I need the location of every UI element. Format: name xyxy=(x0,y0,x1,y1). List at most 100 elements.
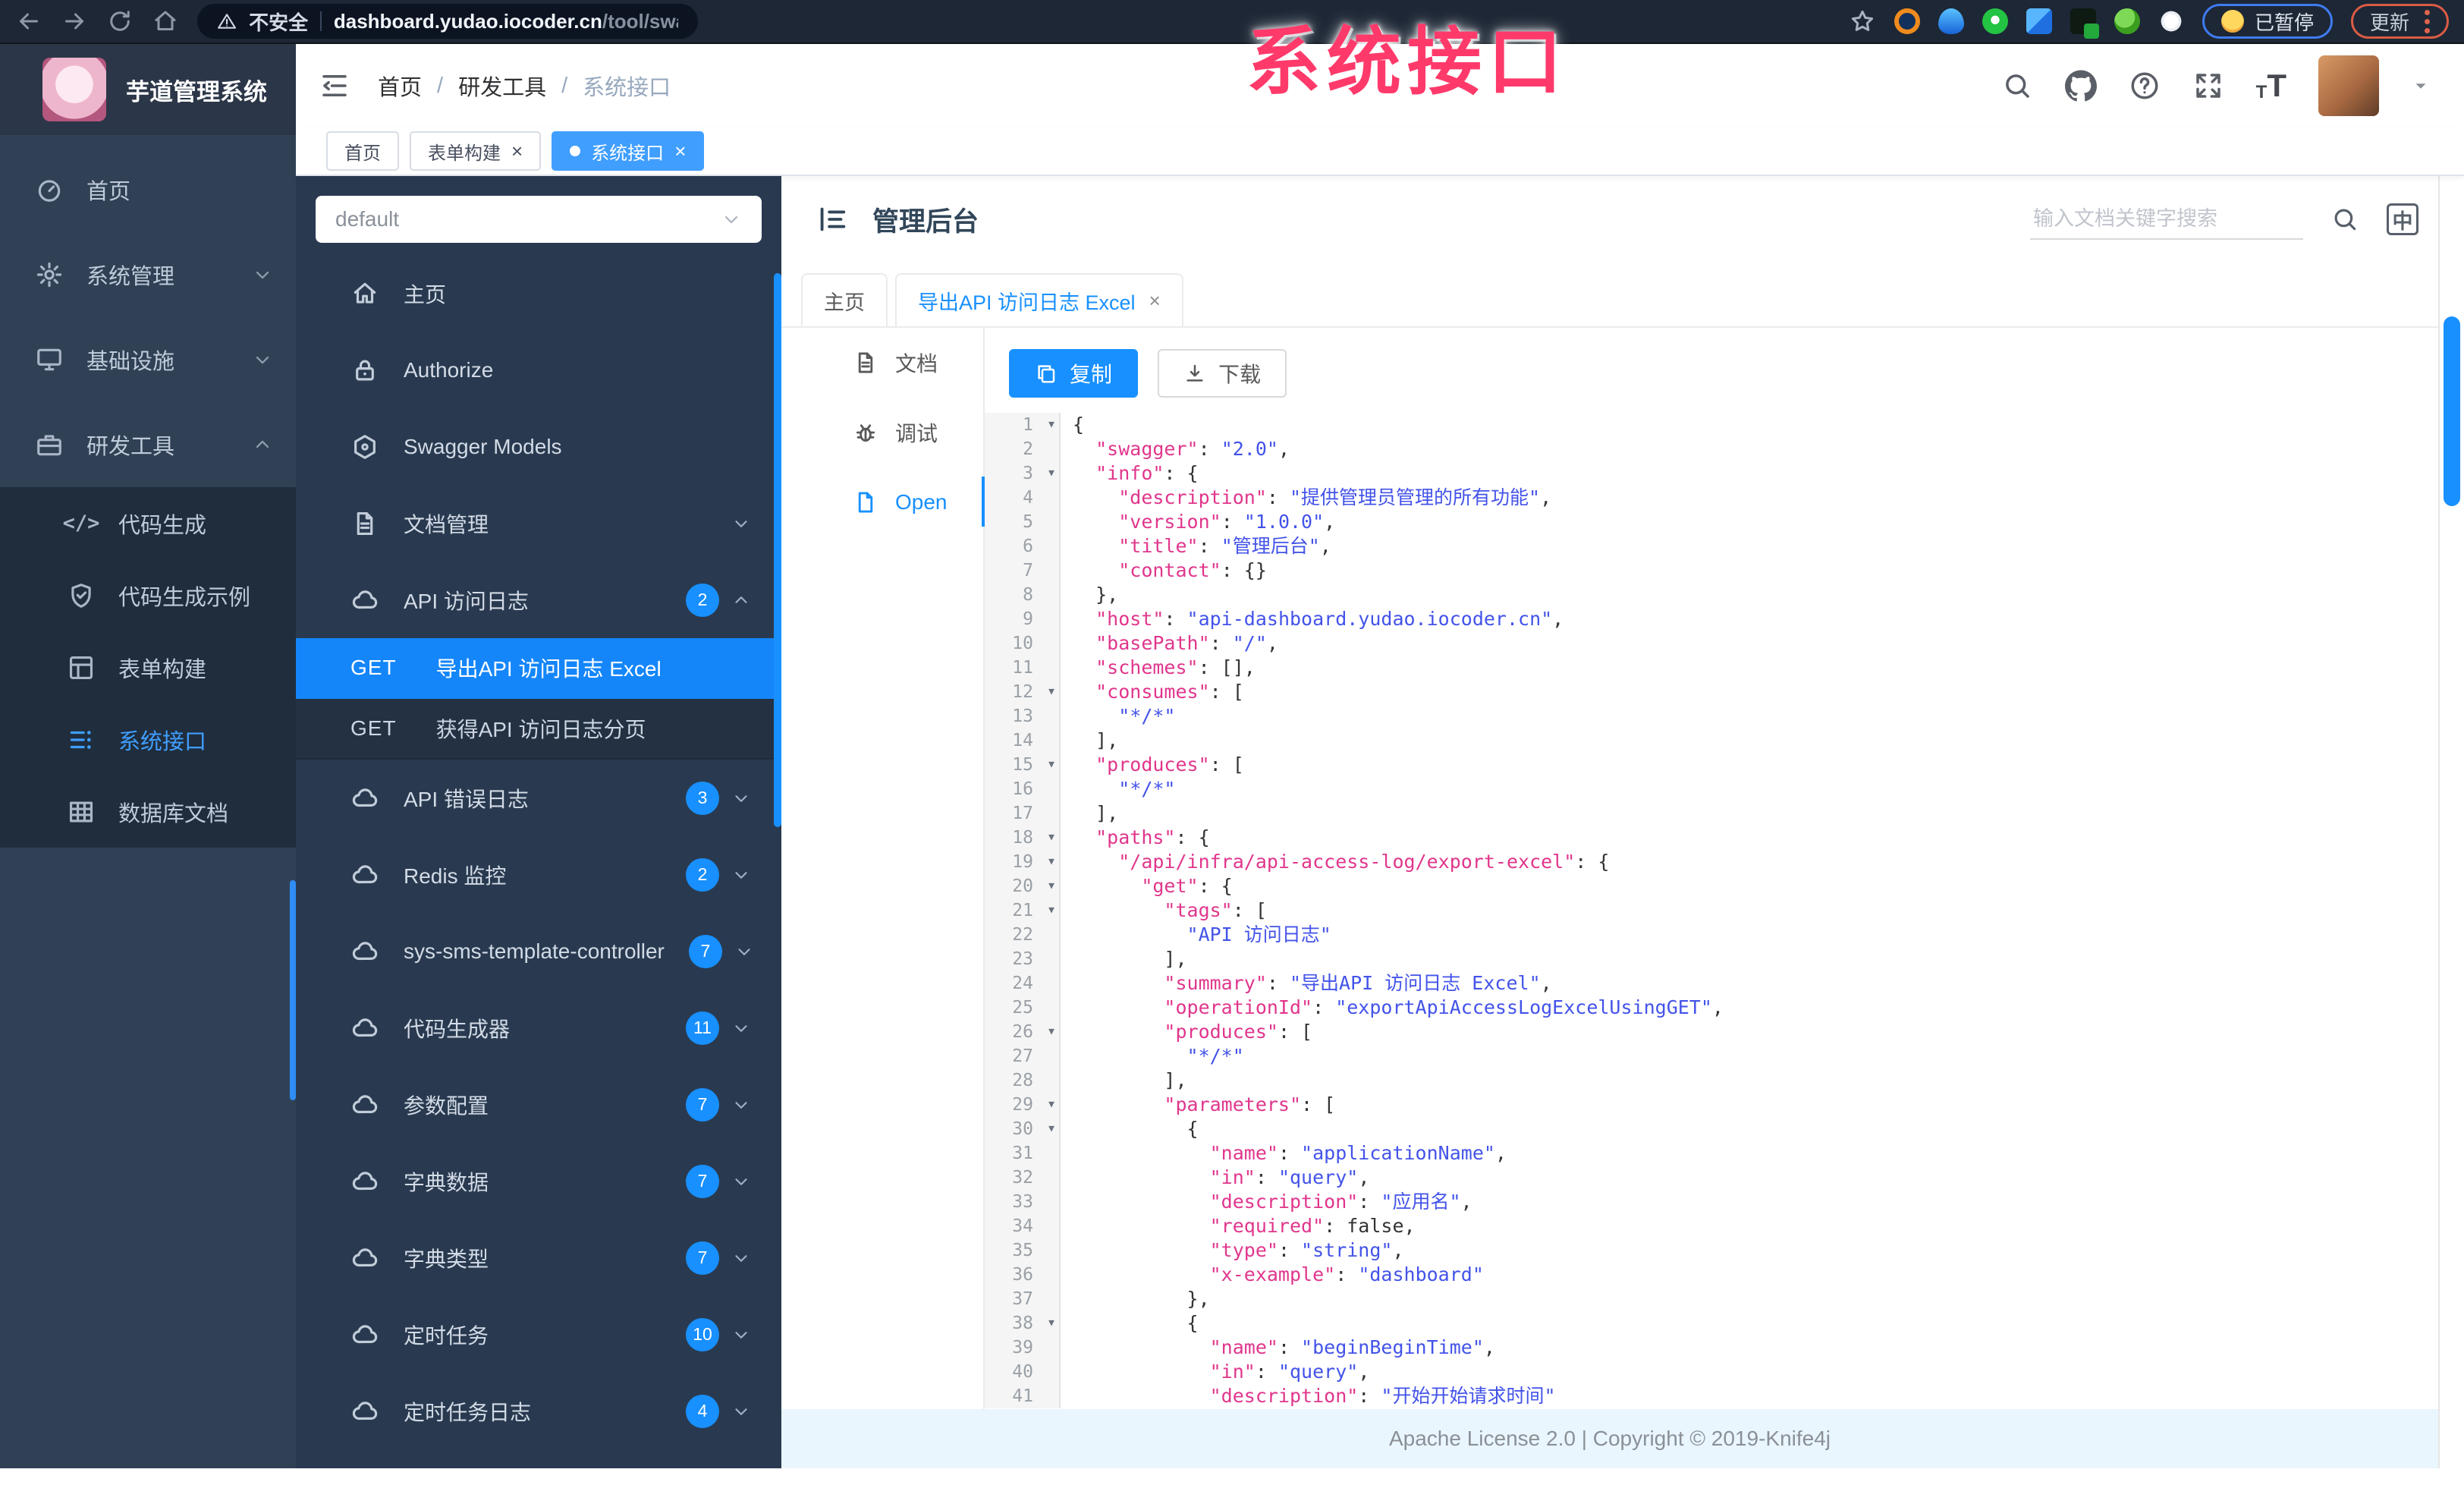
swagger-item-dict-type[interactable]: 字典类型 7 xyxy=(296,1219,781,1296)
overlay-annotation: 系统接口 xyxy=(1246,20,1568,103)
swagger-item-post[interactable]: 岗位 xyxy=(296,1449,781,1468)
fold-toggle-icon[interactable]: ▾ xyxy=(1047,848,1056,873)
swagger-item-label: API 错误日志 xyxy=(404,787,529,811)
swagger-item-home[interactable]: 主页 xyxy=(296,255,781,332)
api-group-select[interactable]: default xyxy=(316,196,762,243)
code-editor[interactable]: 1 ▾{2 "swagger": "2.0", 3 ▾ "info": {4 "des… xyxy=(985,413,2438,1409)
swagger-item-scheduled-task[interactable]: 定时任务 10 xyxy=(296,1296,781,1373)
github-icon[interactable] xyxy=(2064,70,2097,102)
sidebar-item-dev-tools[interactable]: 研发工具 xyxy=(0,402,296,487)
download-button[interactable]: 下载 xyxy=(1158,349,1287,398)
swagger-item-api-access-log[interactable]: API 访问日志 2 xyxy=(296,562,781,638)
doc-search-input[interactable] xyxy=(2030,199,2303,240)
swagger-item-sys-sms-template-controller[interactable]: sys-sms-template-controller 7 xyxy=(296,913,781,989)
close-icon[interactable]: × xyxy=(511,141,523,161)
endpoint-get-api-access-log-page[interactable]: GET 获得API 访问日志分页 xyxy=(296,699,781,760)
sidebar-item-system-manage[interactable]: 系统管理 xyxy=(0,232,296,317)
sidebar-scrollbar[interactable] xyxy=(290,880,296,1100)
fold-toggle-icon[interactable]: ▾ xyxy=(1047,678,1056,703)
fold-toggle-icon[interactable]: ▾ xyxy=(1047,1310,1056,1334)
swagger-item-meta: 7 xyxy=(686,1087,751,1122)
code-line: 1 ▾ { xyxy=(985,413,2438,437)
fold-toggle-icon[interactable]: ▾ xyxy=(1047,897,1056,921)
fold-toggle-icon[interactable]: ▾ xyxy=(1047,413,1056,436)
font-size-icon[interactable]: TT xyxy=(2256,70,2286,102)
swagger-item-doc-manage[interactable]: 文档管理 xyxy=(296,485,781,562)
code-text: "version": "1.0.0", xyxy=(1118,511,1336,533)
sidebar-item-code-generation[interactable]: </> 代码生成 xyxy=(0,487,296,559)
doc-tab-export-api-access-log-excel[interactable]: 导出API 访问日志 Excel × xyxy=(895,273,1183,326)
fold-toggle-icon[interactable]: ▾ xyxy=(1047,751,1056,776)
fold-toggle-icon[interactable]: ▾ xyxy=(1047,873,1056,897)
fold-toggle-icon[interactable]: ▾ xyxy=(1047,1091,1056,1115)
fold-toggle-icon[interactable]: ▾ xyxy=(1047,1115,1056,1140)
forward-icon[interactable] xyxy=(61,8,88,35)
extension-icon[interactable] xyxy=(1938,8,1964,34)
language-toggle-icon[interactable]: 中 xyxy=(2387,203,2418,235)
collapse-sidebar-icon[interactable] xyxy=(319,70,350,102)
endpoint-export-api-access-log-excel[interactable]: GET 导出API 访问日志 Excel xyxy=(296,638,781,699)
browser-menu-icon[interactable] xyxy=(2425,9,2430,33)
avatar[interactable] xyxy=(2318,55,2379,116)
close-icon[interactable]: × xyxy=(674,141,686,161)
back-icon[interactable] xyxy=(15,8,42,35)
home-icon[interactable] xyxy=(152,8,179,35)
search-icon[interactable] xyxy=(2330,205,2359,234)
swagger-scrollbar[interactable] xyxy=(774,273,781,827)
line-number: 33 xyxy=(985,1190,1061,1214)
swagger-item-dict-data[interactable]: 字典数据 7 xyxy=(296,1143,781,1219)
sidebar-item-infrastructure[interactable]: 基础设施 xyxy=(0,317,296,402)
swagger-item-redis-monitor[interactable]: Redis 监控 2 xyxy=(296,836,781,913)
line-number: 34 xyxy=(985,1214,1061,1238)
address-divider xyxy=(320,11,322,31)
bookmark-star-icon[interactable] xyxy=(1849,8,1876,35)
sidebar-item-home[interactable]: 首页 xyxy=(0,147,296,232)
tab-home[interactable]: 首页 xyxy=(326,131,399,171)
extension-icon[interactable] xyxy=(2114,8,2140,34)
extension-icon[interactable] xyxy=(1894,8,1920,34)
search-icon[interactable] xyxy=(2001,70,2033,102)
update-button[interactable]: 更新 xyxy=(2350,4,2449,39)
extension-icon[interactable] xyxy=(2158,8,2184,34)
main-scrollbar-thumb[interactable] xyxy=(2444,316,2460,506)
chevron-down-icon[interactable] xyxy=(2411,76,2431,96)
help-icon[interactable] xyxy=(2129,70,2161,102)
api-list-icon xyxy=(67,725,96,754)
sidebar-item-form-builder[interactable]: 表单构建 xyxy=(0,631,296,703)
paused-badge[interactable]: 已暂停 xyxy=(2202,4,2333,39)
swagger-item-swagger-models[interactable]: Swagger Models xyxy=(296,408,781,485)
line-number: 14 xyxy=(985,728,1061,753)
side-tab-open[interactable]: Open xyxy=(781,467,983,537)
sidebar-item-database-doc[interactable]: 数据库文档 xyxy=(0,776,296,848)
extension-icon[interactable] xyxy=(2070,8,2099,39)
sidebar-item-system-api[interactable]: 系统接口 xyxy=(0,703,296,776)
close-icon[interactable]: × xyxy=(1149,289,1161,313)
main-scrollbar-track[interactable] xyxy=(2438,176,2464,1468)
swagger-item-param-config[interactable]: 参数配置 7 xyxy=(296,1066,781,1143)
doc-tab-home[interactable]: 主页 xyxy=(801,273,888,326)
fullscreen-icon[interactable] xyxy=(2192,70,2224,102)
extension-icon[interactable] xyxy=(1982,8,2008,34)
tab-form-builder[interactable]: 表单构建 × xyxy=(410,131,542,171)
fold-toggle-icon[interactable]: ▾ xyxy=(1047,824,1056,848)
breadcrumb-item[interactable]: 首页 xyxy=(378,70,422,102)
line-number: 10 xyxy=(985,631,1061,656)
swagger-item-api-error-log[interactable]: API 错误日志 3 xyxy=(296,760,781,836)
tab-system-api[interactable]: 系统接口 × xyxy=(552,131,705,171)
fold-toggle-icon[interactable]: ▾ xyxy=(1047,1018,1056,1043)
swagger-item-authorize[interactable]: Authorize xyxy=(296,332,781,408)
swagger-item-code-generator[interactable]: 代码生成器 11 xyxy=(296,989,781,1066)
fold-toggle-icon[interactable]: ▾ xyxy=(1047,460,1056,484)
side-tab-doc[interactable]: 文档 xyxy=(781,328,983,398)
extension-icon[interactable] xyxy=(2026,8,2052,34)
copy-button[interactable]: 复制 xyxy=(1009,349,1139,398)
code-text: "contact": {} xyxy=(1118,559,1267,581)
reload-icon[interactable] xyxy=(106,8,134,35)
address-bar[interactable]: 不安全 dashboard.yudao.iocoder.cn/tool/swag… xyxy=(197,4,698,39)
breadcrumb-item[interactable]: 研发工具 xyxy=(458,70,546,102)
sidebar-item-code-generation-demo[interactable]: 代码生成示例 xyxy=(0,559,296,631)
side-tab-debug[interactable]: 调试 xyxy=(781,398,983,467)
menu-lines-icon[interactable] xyxy=(815,202,850,237)
swagger-item-scheduled-task-log[interactable]: 定时任务日志 4 xyxy=(296,1373,781,1449)
count-badge: 2 xyxy=(686,857,719,892)
